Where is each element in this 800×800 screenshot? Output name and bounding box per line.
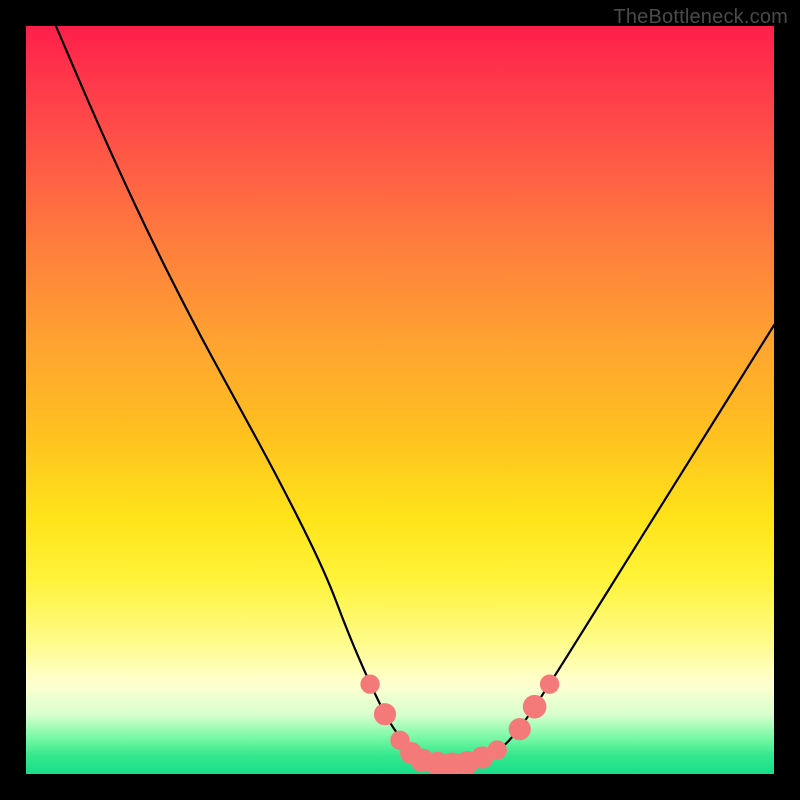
chart-plot-area [26,26,774,774]
curve-marker [540,675,559,694]
chart-svg [26,26,774,774]
curve-marker [360,675,379,694]
curve-marker [374,703,396,725]
curve-marker [509,718,531,740]
curve-marker [488,740,507,759]
chart-frame: TheBottleneck.com [0,0,800,800]
bottleneck-curve [56,26,774,764]
curve-marker [523,695,547,719]
watermark-text: TheBottleneck.com [613,6,788,29]
